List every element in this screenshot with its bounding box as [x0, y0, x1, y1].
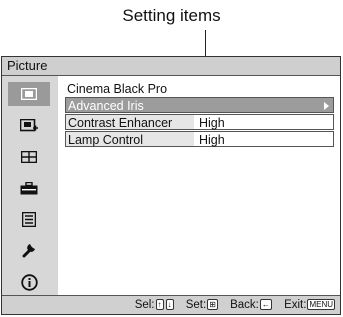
left-arrow-key-icon: ←: [259, 299, 272, 311]
back-label: Back:: [230, 299, 259, 311]
menu-item-advanced-iris[interactable]: Advanced Iris: [65, 97, 334, 113]
picture-icon[interactable]: [8, 82, 50, 106]
menu-item-lamp-control[interactable]: Lamp Control High: [65, 131, 334, 147]
up-arrow-key-icon: ↑: [155, 299, 164, 311]
sel-label: Sel:: [134, 299, 155, 311]
menu-settings-panel: Cinema Black Pro Advanced Iris Contrast …: [58, 76, 340, 296]
sel-hint: Sel: ↑ ↓: [135, 299, 175, 311]
set-hint: Set: ⊞: [186, 299, 219, 311]
menu-item-label: Advanced Iris: [68, 99, 144, 113]
exit-hint: Exit: MENU: [284, 299, 336, 311]
menu-item-contrast-enhancer[interactable]: Contrast Enhancer High: [65, 114, 334, 130]
menu-item-label: Contrast Enhancer: [68, 116, 173, 130]
status-bar: Sel: ↑ ↓ Set: ⊞ Back: ← Exit: MENU: [2, 295, 340, 314]
menu-item-label: Cinema Black Pro: [67, 82, 168, 96]
chevron-right-icon: [324, 102, 329, 110]
enter-key-icon: ⊞: [207, 299, 218, 311]
setup-icon[interactable]: [16, 176, 42, 200]
menu-item-label: Lamp Control: [68, 133, 144, 147]
menu-item-value: High: [199, 133, 225, 147]
menu-title: Picture: [2, 57, 340, 76]
menu-sidebar: [2, 76, 58, 296]
wrench-icon[interactable]: [16, 238, 42, 262]
back-hint: Back: ←: [230, 299, 273, 311]
information-icon[interactable]: [16, 270, 42, 294]
down-arrow-key-icon: ↓: [165, 299, 174, 311]
callout-label: Setting items: [122, 6, 221, 25]
function-icon[interactable]: [16, 207, 42, 231]
screen-icon[interactable]: [16, 145, 42, 169]
menu-item-value: High: [199, 116, 225, 130]
picture-advanced-icon[interactable]: [16, 114, 42, 138]
set-label: Set:: [185, 299, 207, 311]
exit-label: Exit:: [284, 299, 307, 311]
menu-key-icon: MENU: [307, 299, 335, 311]
menu-screen: Picture Cinema Black Pro Advanced Iris C…: [1, 56, 341, 315]
menu-item-cinema-black-pro[interactable]: Cinema Black Pro: [65, 81, 334, 97]
